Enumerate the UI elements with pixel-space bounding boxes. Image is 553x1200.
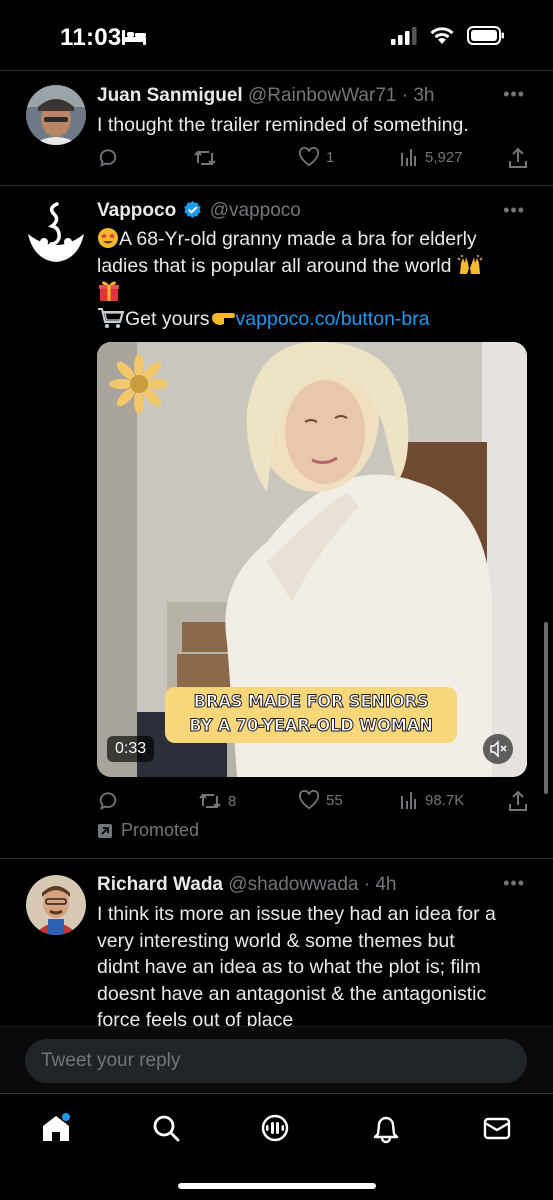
video-caption-line-2: BY A 70-YEAR-OLD WOMAN: [189, 716, 434, 736]
promoted-icon: [98, 823, 112, 838]
more-options-icon[interactable]: •••: [503, 873, 525, 894]
more-options-icon[interactable]: •••: [503, 84, 525, 105]
reply-button[interactable]: [97, 147, 119, 169]
sleep-focus-icon: [122, 30, 146, 45]
status-time: 11:03: [60, 24, 122, 51]
tweet-line: [97, 279, 527, 306]
tweet-line: very interesting world & some themes but: [97, 929, 455, 952]
view-count: 5,927: [425, 148, 463, 166]
view-count: 98.7K: [425, 791, 465, 809]
tweet-text: I think its more an issue they had an id…: [97, 901, 527, 1026]
cellular-signal-icon: [391, 26, 417, 45]
comment-icon: [99, 149, 117, 168]
home-indicator: [178, 1183, 376, 1189]
views-button[interactable]: 98.7K: [399, 790, 464, 810]
author-handle[interactable]: @shadowwada · 4h: [228, 874, 396, 895]
battery-icon: [467, 26, 504, 45]
raising-hands-emoji-icon: [457, 254, 483, 274]
sunflower-decoration: [109, 354, 169, 414]
tab-messages[interactable]: [481, 1112, 513, 1144]
views-button[interactable]: 5,927: [399, 147, 463, 167]
views-icon: [401, 792, 416, 809]
home-icon: [43, 1113, 70, 1141]
reply-button[interactable]: [97, 790, 119, 812]
more-options-icon[interactable]: •••: [503, 200, 525, 221]
share-button[interactable]: [508, 790, 528, 812]
video-duration: 0:33: [107, 736, 155, 762]
wifi-icon: [430, 27, 454, 44]
tweet-promoted[interactable]: Vappoco @vappoco ••• A 68-Yr-old granny …: [0, 186, 553, 858]
shopping-cart-emoji-icon: [98, 307, 125, 328]
spaces-icon: [261, 1114, 289, 1142]
tweet-actions: 8 55 98.7K: [97, 790, 529, 814]
views-icon: [401, 149, 416, 166]
author-handle[interactable]: @vappoco: [210, 200, 301, 221]
tab-spaces[interactable]: [259, 1112, 291, 1144]
tweet-header: Vappoco @vappoco: [97, 200, 301, 222]
mute-button[interactable]: [483, 734, 513, 764]
retweet-icon: [194, 150, 216, 166]
share-icon: [509, 790, 527, 811]
tweet-line: didnt have an idea as to what the plot i…: [97, 956, 481, 978]
scroll-indicator[interactable]: [544, 622, 548, 794]
tab-home[interactable]: [40, 1112, 72, 1144]
tweet-text-line-1: A 68-Yr-old granny made a bra for elderl…: [119, 228, 477, 250]
search-icon: [153, 1115, 180, 1142]
tweet-text: I thought the trailer reminded of someth…: [97, 114, 469, 136]
tweet-line: I think its more an issue they had an id…: [97, 903, 496, 925]
cta-text: Get yours: [125, 307, 210, 330]
notifications-icon: [373, 1116, 399, 1144]
like-count: 1: [326, 148, 335, 166]
tweet-line: ladies that is popular all around the wo…: [97, 253, 527, 280]
video-caption-line-1: BRAS MADE FOR SENIORS: [193, 692, 429, 712]
star-struck-emoji-icon: [98, 228, 118, 248]
tab-search[interactable]: [150, 1112, 182, 1144]
like-count: 55: [326, 791, 343, 809]
reply-bar: [0, 1026, 553, 1093]
tweet-line: doesnt have an antagonist & the antagoni…: [97, 982, 487, 1005]
tab-notifications[interactable]: [370, 1112, 402, 1144]
tweet-actions: 1 5,927: [97, 147, 529, 171]
tweet-header: Richard Wada @shadowwada · 4h: [97, 874, 397, 896]
video-player[interactable]: BRAS MADE FOR SENIORS BY A 70-YEAR-OLD W…: [97, 342, 527, 777]
avatar[interactable]: [26, 85, 86, 145]
author-name[interactable]: Vappoco: [97, 200, 176, 221]
author-handle[interactable]: @RainbowWar71 · 3h: [248, 85, 435, 106]
tweet-text-line-2: ladies that is popular all around the wo…: [97, 254, 452, 277]
mute-icon: [490, 740, 507, 758]
retweet-icon: [199, 793, 221, 809]
promo-link[interactable]: vappoco.co/button-bra: [236, 308, 430, 330]
promoted-text: Promoted: [121, 820, 200, 840]
like-button[interactable]: 55: [298, 790, 343, 810]
avatar[interactable]: [24, 198, 88, 262]
share-icon: [509, 147, 527, 168]
like-button[interactable]: 1: [298, 147, 334, 167]
author-name[interactable]: Juan Sanmiguel: [97, 85, 243, 106]
retweet-count: 8: [228, 792, 237, 810]
gift-emoji-icon: [99, 281, 119, 301]
heart-icon: [298, 790, 320, 810]
video-caption: BRAS MADE FOR SENIORS BY A 70-YEAR-OLD W…: [165, 690, 457, 738]
pointing-hand-emoji-icon: [211, 312, 235, 325]
status-bar: 11:03: [0, 0, 553, 70]
tweet-text: A 68-Yr-old granny made a bra for elderl…: [97, 226, 527, 332]
tweet-line: force feels out of place: [97, 1009, 294, 1026]
share-button[interactable]: [508, 147, 528, 169]
comment-icon: [99, 792, 117, 811]
tweet[interactable]: Juan Sanmiguel @RainbowWar71 · 3h ••• I …: [0, 70, 553, 185]
verified-icon: [184, 200, 202, 219]
messages-icon: [483, 1117, 511, 1140]
tweet-header: Juan Sanmiguel @RainbowWar71 · 3h: [97, 85, 434, 107]
tweet[interactable]: Richard Wada @shadowwada · 4h ••• I thin…: [0, 859, 553, 1026]
promoted-label[interactable]: Promoted: [97, 820, 199, 841]
author-name[interactable]: Richard Wada: [97, 874, 223, 895]
retweet-button[interactable]: [193, 147, 217, 169]
tweet-line: Get yours vappoco.co/button-bra: [97, 306, 527, 333]
heart-icon: [298, 147, 320, 167]
avatar[interactable]: [26, 875, 86, 935]
reply-input[interactable]: [25, 1039, 527, 1083]
retweet-button[interactable]: 8: [198, 790, 236, 812]
tweet-line: A 68-Yr-old granny made a bra for elderl…: [97, 226, 527, 253]
status-indicators: [391, 26, 505, 45]
